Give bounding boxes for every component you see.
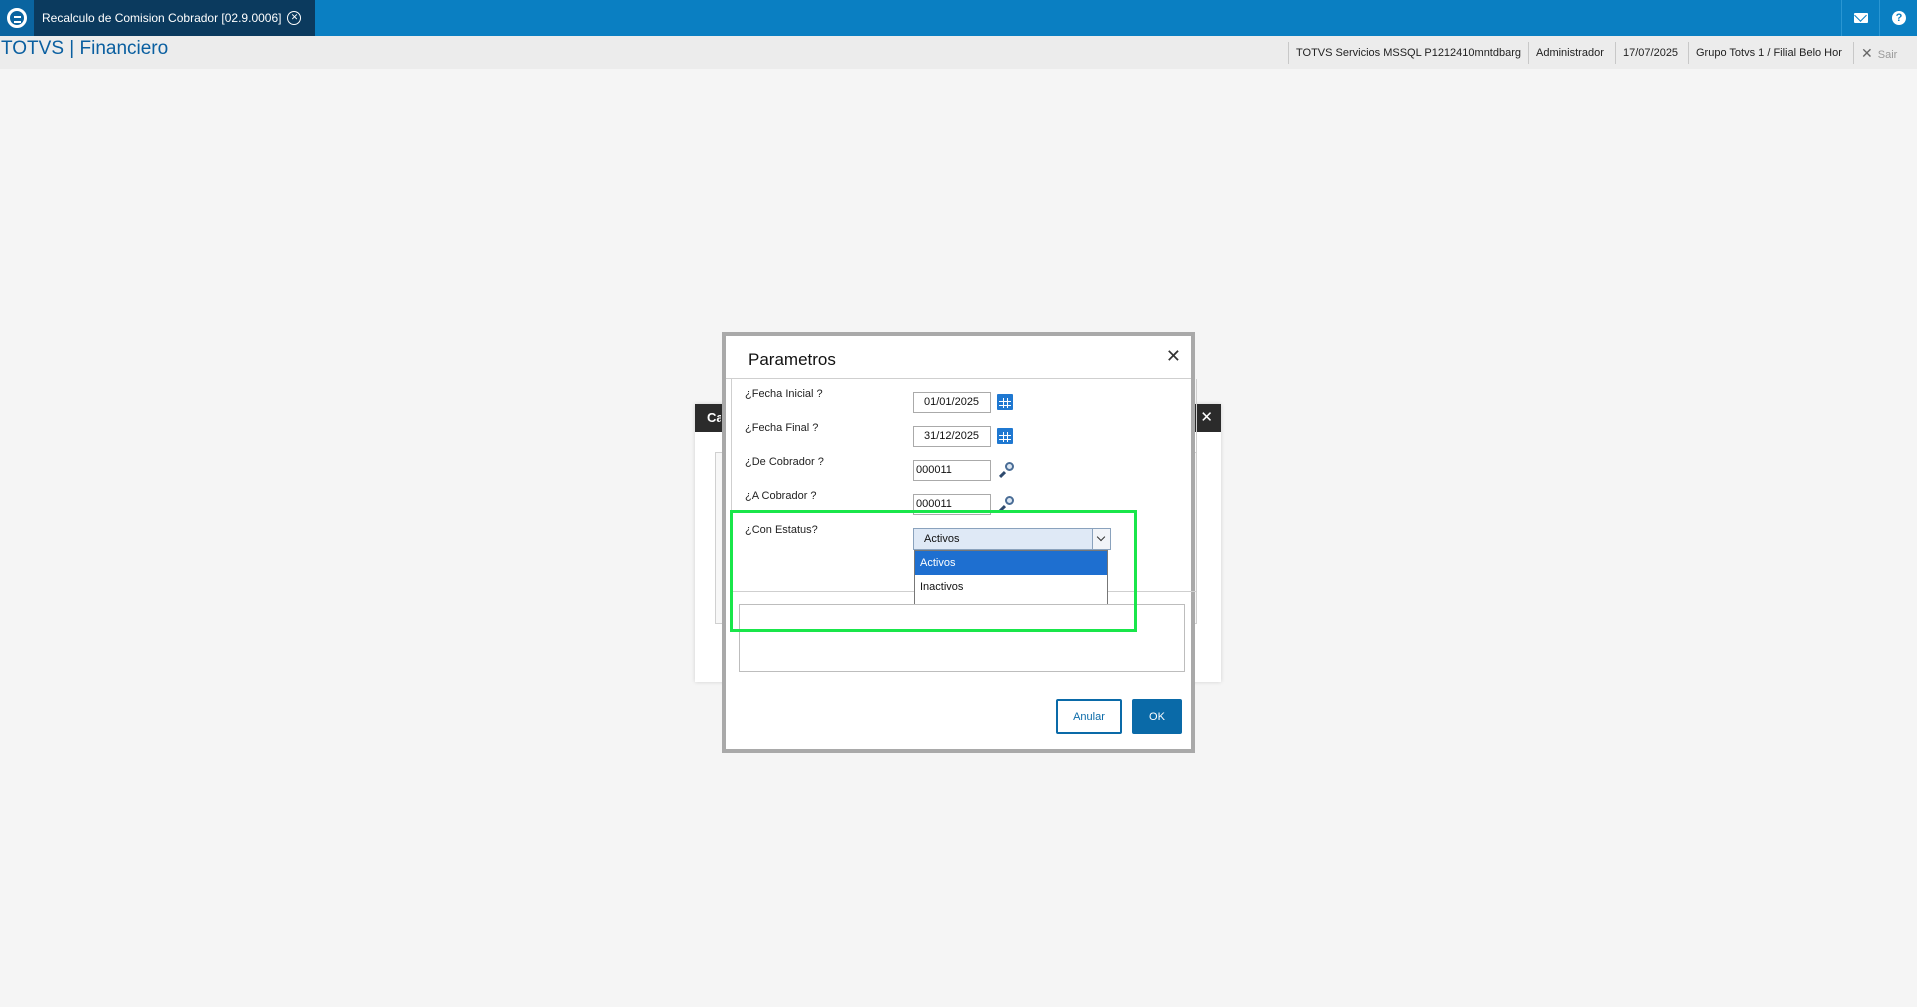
con-estatus-label: ¿Con Estatus? (745, 524, 818, 536)
fecha-inicial-input[interactable]: 01/01/2025 (913, 392, 991, 413)
ok-button[interactable]: OK (1132, 699, 1182, 734)
branch-info: Grupo Totvs 1 / Filial Belo Hor (1688, 42, 1849, 64)
de-cobrador-label: ¿De Cobrador ? (745, 456, 824, 468)
date-info: 17/07/2025 (1615, 42, 1685, 64)
a-cobrador-search-icon[interactable] (998, 496, 1014, 512)
dropdown-option-inactivos[interactable]: Inactivos (915, 575, 1107, 599)
de-cobrador-search-icon[interactable] (998, 462, 1014, 478)
fecha-inicial-calendar-icon[interactable] (997, 394, 1013, 410)
con-estatus-select[interactable]: Activos (913, 528, 1111, 550)
con-estatus-selected: Activos (924, 533, 960, 545)
fecha-final-calendar-icon[interactable] (997, 428, 1013, 444)
background-dialog-title: Ca (707, 410, 721, 425)
fecha-inicial-label: ¿Fecha Inicial ? (745, 388, 823, 400)
totvs-logo-icon[interactable] (0, 0, 34, 36)
user-info: Administrador (1528, 42, 1611, 64)
background-dialog-close-icon[interactable]: ✕ (1200, 408, 1213, 426)
a-cobrador-label: ¿A Cobrador ? (745, 490, 817, 502)
help-text-area (739, 604, 1185, 672)
close-icon: ✕ (1861, 45, 1873, 61)
help-icon[interactable]: ? (1879, 0, 1917, 36)
mail-icon[interactable] (1841, 0, 1880, 36)
de-cobrador-input[interactable]: 000011 (913, 460, 991, 481)
parametros-dialog: Parametros ✕ ¿Fecha Inicial ? 01/01/2025… (722, 332, 1197, 753)
dropdown-option-activos[interactable]: Activos (915, 551, 1107, 575)
fecha-final-label: ¿Fecha Final ? (745, 422, 819, 434)
server-info: TOTVS Servicios MSSQL P1212410mntdbarg (1288, 42, 1528, 64)
tab-title: Recalculo de Comision Cobrador [02.9.000… (42, 11, 282, 25)
dialog-title: Parametros (748, 350, 836, 369)
parameters-panel: ¿Fecha Inicial ? 01/01/2025 ¿Fecha Final… (731, 379, 1197, 624)
dialog-close-icon[interactable]: ✕ (1166, 346, 1181, 367)
exit-button[interactable]: ✕ Sair (1853, 42, 1904, 64)
top-bar: Recalculo de Comision Cobrador [02.9.000… (0, 0, 1917, 36)
tab-recalculo-comision[interactable]: Recalculo de Comision Cobrador [02.9.000… (34, 0, 315, 36)
app-title: TOTVS | Financiero (1, 38, 169, 59)
tab-close-icon[interactable]: ✕ (287, 11, 302, 25)
cancel-button[interactable]: Anular (1056, 699, 1122, 734)
exit-label: Sair (1877, 49, 1898, 61)
a-cobrador-input[interactable]: 000011 (913, 494, 991, 515)
chevron-down-icon[interactable] (1092, 529, 1110, 549)
fecha-final-input[interactable]: 31/12/2025 (913, 426, 991, 447)
